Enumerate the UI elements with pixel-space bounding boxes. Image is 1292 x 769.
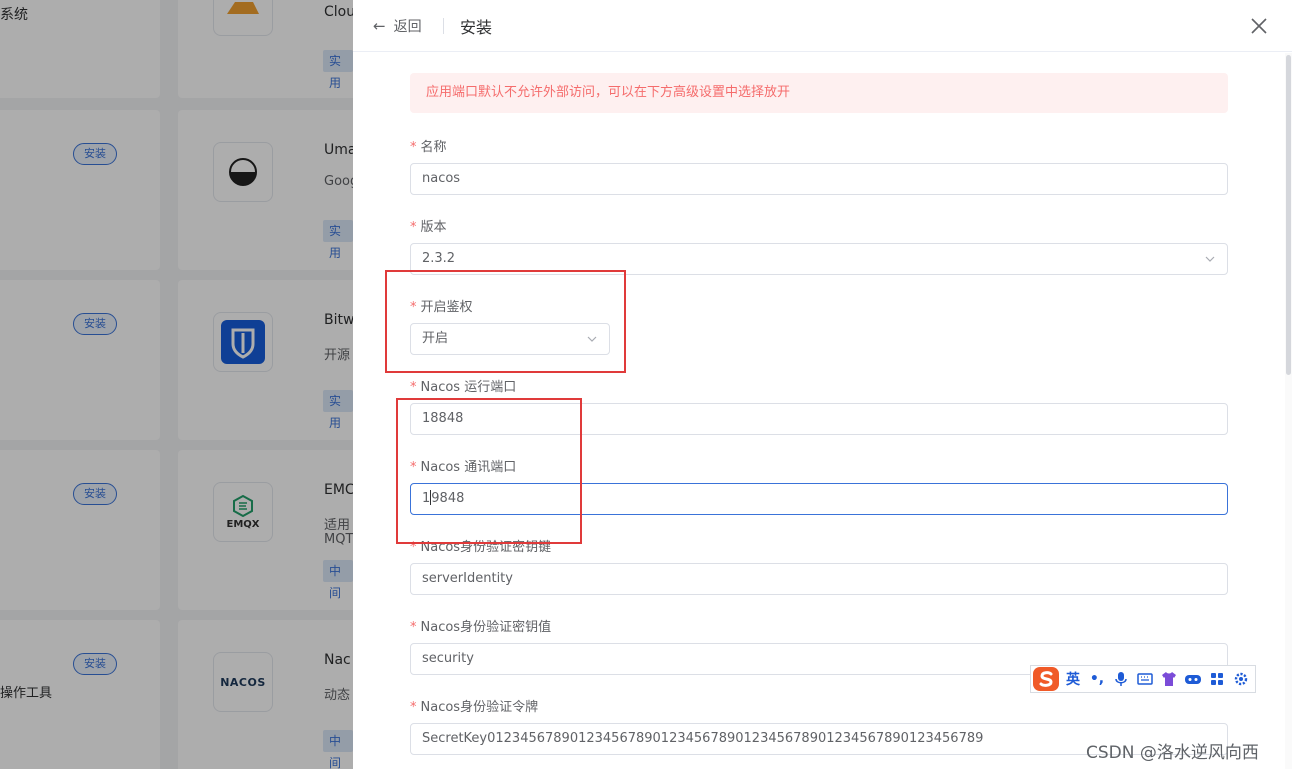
- identity-key-input[interactable]: serverIdentity: [410, 563, 1228, 595]
- skin-icon[interactable]: [1157, 665, 1181, 693]
- version-label: * 版本: [410, 220, 447, 235]
- identity-value-label: * Nacos身份验证密钥值: [410, 620, 552, 635]
- close-button[interactable]: [1249, 16, 1269, 36]
- apps-icon[interactable]: [1205, 665, 1229, 693]
- close-icon: [1251, 18, 1267, 34]
- game-icon[interactable]: [1181, 665, 1205, 693]
- drawer-header: ← 返回 安装: [353, 0, 1292, 52]
- version-value: 2.3.2: [422, 251, 456, 266]
- drawer-form: 应用端口默认不允许外部访问，可以在下方高级设置中选择放开 * 名称 nacos *…: [353, 53, 1285, 769]
- back-button[interactable]: ← 返回: [373, 16, 422, 36]
- modal-overlay[interactable]: [0, 0, 353, 769]
- ime-punctuation-toggle[interactable]: •,: [1085, 665, 1109, 693]
- sogou-logo-icon[interactable]: [1031, 665, 1061, 693]
- name-label: * 名称: [410, 140, 447, 155]
- run-port-label: * Nacos 运行端口: [410, 380, 517, 395]
- name-input[interactable]: nacos: [410, 163, 1228, 195]
- keyboard-icon[interactable]: [1133, 665, 1157, 693]
- highlight-box-auth: [385, 270, 626, 373]
- arrow-left-icon: ←: [373, 17, 386, 35]
- ime-toolbar: 英 •,: [1030, 665, 1256, 693]
- header-divider: [443, 18, 444, 34]
- back-label: 返回: [393, 19, 422, 35]
- token-label: * Nacos身份验证令牌: [410, 700, 539, 715]
- install-drawer: ← 返回 安装 应用端口默认不允许外部访问，可以在下方高级设置中选择放开 * 名称…: [353, 0, 1292, 769]
- ime-language-toggle[interactable]: 英: [1061, 665, 1085, 693]
- highlight-box-ports: [396, 398, 582, 544]
- drawer-title: 安装: [460, 18, 493, 37]
- settings-icon[interactable]: [1229, 665, 1253, 693]
- scrollbar-thumb[interactable]: [1286, 55, 1291, 375]
- scrollbar[interactable]: [1285, 53, 1292, 769]
- chevron-down-icon: [1205, 256, 1215, 262]
- mic-icon[interactable]: [1109, 665, 1133, 693]
- warning-alert: 应用端口默认不允许外部访问，可以在下方高级设置中选择放开: [410, 73, 1228, 113]
- watermark: CSDN @洛水逆风向西: [1086, 743, 1259, 763]
